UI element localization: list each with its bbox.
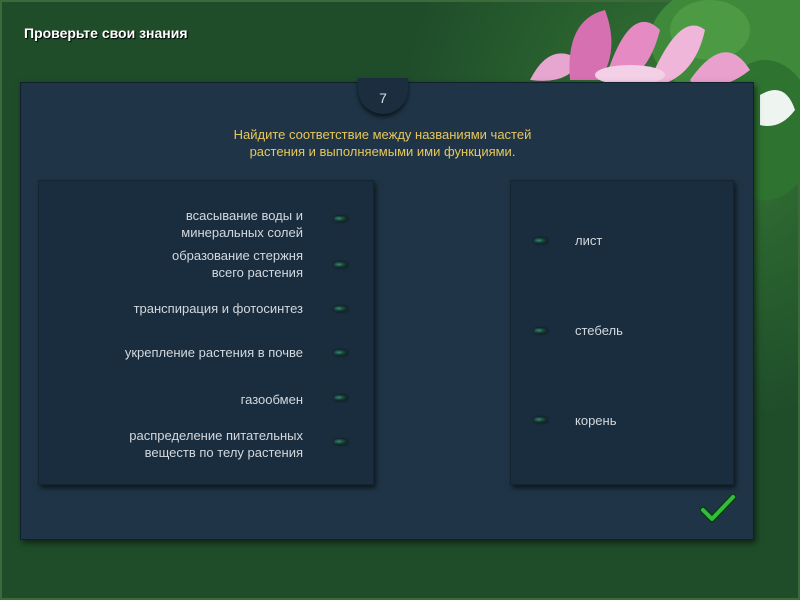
function-item-1: всасывание воды и минеральных солей (63, 207, 303, 241)
plant-part-2-connector[interactable] (534, 328, 548, 334)
function-3-line-1: транспирация и фотосинтез (133, 301, 303, 316)
function-5-connector[interactable] (334, 395, 348, 401)
plant-part-list-leaf: лист (575, 233, 603, 248)
function-1-line-1: всасывание воды и (185, 208, 303, 223)
function-3-connector[interactable] (334, 306, 348, 312)
task-instruction: Найдите соответствие между названиями ча… (190, 126, 575, 160)
plant-part-3-connector[interactable] (534, 417, 548, 423)
plant-part-1-connector[interactable] (534, 238, 548, 244)
page-title: Проверьте свои знания (24, 25, 188, 41)
function-2-connector[interactable] (334, 262, 348, 268)
function-6-line-1: распределение питательных (129, 428, 303, 443)
submit-check-button[interactable] (699, 493, 737, 524)
function-6-connector[interactable] (334, 439, 348, 445)
plant-parts-list: лист стебель корень (510, 180, 734, 485)
function-4-connector[interactable] (334, 350, 348, 356)
function-item-2: образование стержня всего растения (63, 247, 303, 281)
checkmark-icon (699, 493, 737, 523)
function-4-line-1: укрепление растения в почве (124, 345, 303, 360)
function-item-6: распределение питательных веществ по тел… (43, 427, 303, 461)
function-6-line-2: веществ по телу растения (144, 445, 303, 460)
function-1-connector[interactable] (334, 216, 348, 222)
instruction-line-2: растения и выполняемыми ими функциями. (249, 144, 516, 159)
function-5-line-1: газообмен (240, 392, 303, 407)
instruction-line-1: Найдите соответствие между названиями ча… (233, 127, 532, 142)
plant-part-root: корень (575, 413, 617, 428)
plant-part-stem: стебель (575, 323, 623, 338)
function-2-line-2: всего растения (211, 265, 303, 280)
function-item-3: транспирация и фотосинтез (63, 300, 303, 317)
function-item-5: газообмен (63, 391, 303, 408)
function-item-4: укрепление растения в почве (43, 344, 303, 361)
function-2-line-1: образование стержня (172, 248, 303, 263)
function-1-line-2: минеральных солей (181, 225, 303, 240)
functions-list: всасывание воды и минеральных солей обра… (38, 180, 374, 485)
